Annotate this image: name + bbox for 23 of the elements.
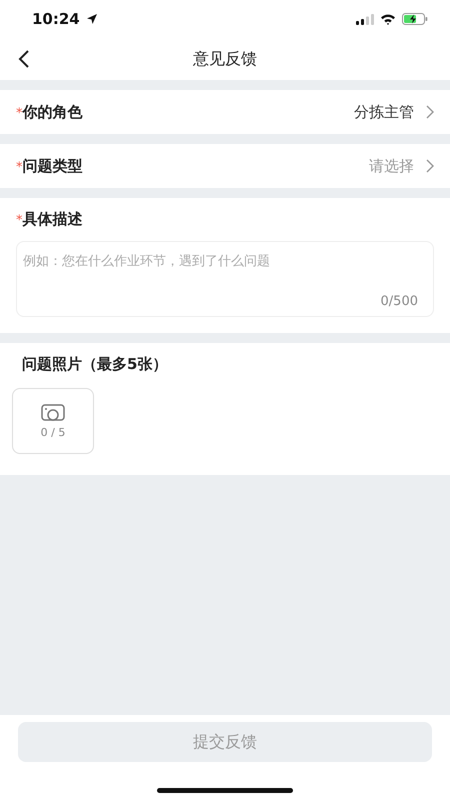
wifi-icon (380, 13, 396, 25)
field-label: 你的角色 (22, 102, 82, 122)
back-button[interactable] (18, 49, 30, 69)
character-counter: 0/500 (380, 294, 418, 309)
section-title: 问题照片（最多5张） (21, 355, 168, 374)
field-label: 问题类型 (22, 156, 82, 176)
required-asterisk: * (16, 213, 22, 228)
select-row[interactable]: *问题类型 请选择 (0, 144, 450, 188)
field-value: 分拣主管 (354, 102, 414, 122)
status-time: 10:24 (32, 10, 80, 28)
field-placeholder: 请选择 (369, 156, 414, 176)
page-title: 意见反馈 (193, 48, 257, 70)
location-arrow-icon (86, 13, 98, 25)
chevron-right-icon (426, 159, 434, 173)
field-label: 具体描述 (22, 210, 82, 229)
camera-icon (41, 404, 65, 422)
signal-icon (356, 14, 374, 24)
select-row[interactable]: *你的角色 分拣主管 (0, 90, 450, 134)
chevron-right-icon (426, 105, 434, 119)
required-asterisk: * (16, 106, 22, 120)
battery-charging-icon (402, 13, 428, 25)
photo-upload-button[interactable]: 0 / 5 (12, 388, 94, 454)
required-asterisk: * (16, 160, 22, 174)
